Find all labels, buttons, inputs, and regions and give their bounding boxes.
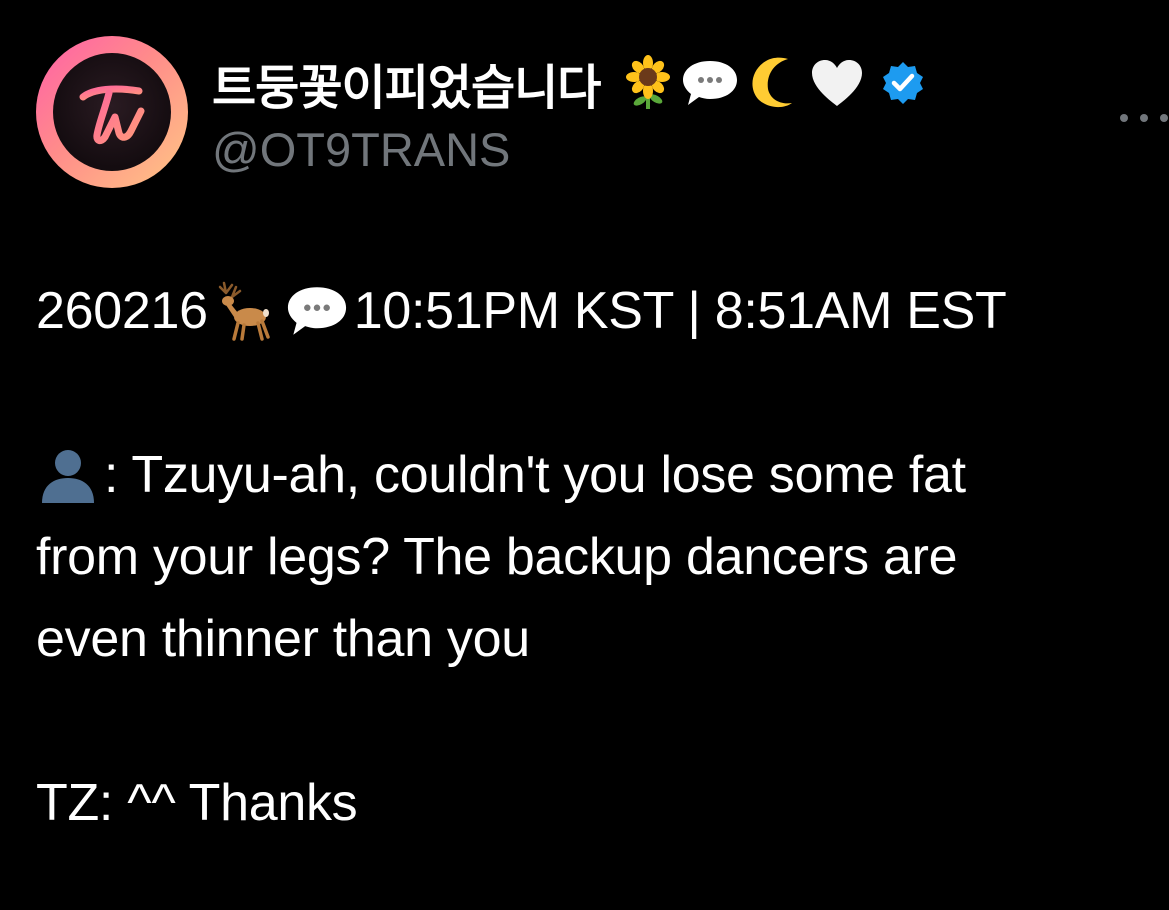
quote-line-1: : Tzuyu-ah, couldn't you lose some fat xyxy=(36,434,1136,516)
tweet-time: 10:51PM KST | 8:51AM EST xyxy=(353,282,1007,340)
tweet-header: 트둥꽃이피었습니다 @OT9TRANS xyxy=(36,36,1168,188)
quote-line-3: even thinner than you xyxy=(36,610,530,668)
tweet-date: 260216 xyxy=(36,282,208,340)
more-dot xyxy=(1140,114,1148,122)
avatar[interactable] xyxy=(36,36,188,188)
reply-line: TZ: ^^ Thanks xyxy=(36,774,358,832)
speech-bubble-emoji xyxy=(287,287,346,335)
display-name[interactable]: 트둥꽃이피었습니다 xyxy=(212,48,601,118)
white-heart-emoji xyxy=(812,60,863,106)
verified-badge-icon xyxy=(883,62,924,104)
speech-bubble-emoji xyxy=(683,61,738,105)
more-options-icon[interactable] xyxy=(1120,106,1168,130)
deer-emoji xyxy=(218,281,270,341)
more-dot xyxy=(1160,114,1168,122)
twice-logo-icon xyxy=(53,53,171,171)
sunflower-emoji xyxy=(626,55,671,109)
crescent-moon-emoji xyxy=(752,57,793,108)
name-emojis xyxy=(620,55,866,111)
more-dot xyxy=(1120,114,1128,122)
quote-text-1: : Tzuyu-ah, couldn't you lose some fat xyxy=(104,446,966,504)
quote-line-2: from your legs? The backup dancers are xyxy=(36,528,958,586)
tweet-text: 260216 10:51PM KST | 8:51AM EST: Tzuyu-… xyxy=(36,270,1136,844)
author-name-row: 트둥꽃이피었습니다 xyxy=(212,48,926,118)
bust-silhouette-emoji xyxy=(42,450,94,503)
author-handle[interactable]: @OT9TRANS xyxy=(212,122,510,177)
timestamp-line: 260216 10:51PM KST | 8:51AM EST xyxy=(36,270,1136,352)
